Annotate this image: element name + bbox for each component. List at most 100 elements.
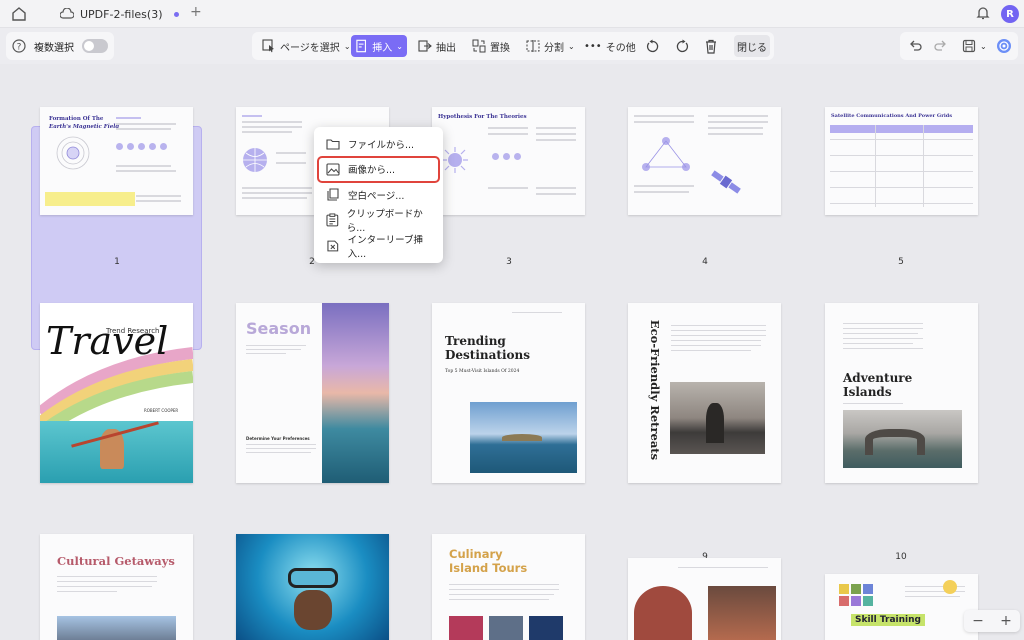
- save-button[interactable]: ⌄: [958, 35, 991, 57]
- page-13-photo-1: [449, 616, 483, 640]
- page-5-table-header: [830, 125, 973, 133]
- page-1-circles: [116, 143, 176, 150]
- help-icon[interactable]: ?: [12, 39, 26, 53]
- document-tab[interactable]: UPDF-2-files(3): [60, 3, 190, 25]
- bell-icon: [976, 7, 990, 20]
- menu-item-label: ファイルから...: [348, 139, 415, 151]
- page-thumbnail-7[interactable]: Season Determine Your Preferences: [236, 303, 389, 483]
- avatar[interactable]: R: [1001, 5, 1019, 23]
- select-page-label: ページを選択: [280, 42, 340, 54]
- split-button[interactable]: 分割 ⌄: [522, 35, 579, 57]
- cloud-icon: [60, 8, 74, 19]
- replace-button[interactable]: 置換: [468, 35, 514, 57]
- redo-icon: [934, 40, 946, 51]
- chevron-down-icon: ⌄: [396, 41, 403, 51]
- page-15-tile: [839, 596, 849, 606]
- page-5-title: Satellite Communications And Power Grids: [831, 113, 953, 119]
- page-15-sun: [943, 580, 957, 594]
- page-thumbnail-4[interactable]: [628, 107, 781, 215]
- page-15-title: Skill Training: [851, 614, 925, 626]
- zoom-out-button[interactable]: −: [972, 613, 984, 629]
- chevron-down-icon: ⌄: [568, 41, 575, 51]
- page-7-subtitle: Determine Your Preferences: [246, 436, 310, 441]
- rotate-right-icon: [676, 39, 689, 52]
- undo-button[interactable]: [904, 35, 926, 57]
- page-13-photo-3: [529, 616, 563, 640]
- interleave-icon: [327, 240, 339, 252]
- page-thumbnail-13[interactable]: Culinary Island Tours: [432, 534, 585, 640]
- page-6-author: ROBERT COOPER: [144, 408, 179, 413]
- tab-title: UPDF-2-files(3): [80, 7, 163, 21]
- rotate-right-button[interactable]: [671, 35, 694, 57]
- image-icon: [326, 163, 340, 176]
- replace-label: 置換: [490, 42, 510, 54]
- diving-mask: [288, 568, 338, 588]
- home-button[interactable]: [8, 4, 30, 24]
- page-thumbnail-10[interactable]: Adventure Islands: [825, 303, 978, 483]
- redo-button[interactable]: [930, 35, 952, 57]
- rotate-left-icon: [646, 39, 659, 52]
- save-icon: [962, 39, 976, 53]
- delete-button[interactable]: [700, 35, 722, 57]
- multi-select-toggle[interactable]: [82, 39, 108, 53]
- insert-button[interactable]: 挿入 ⌄: [351, 35, 407, 57]
- insert-dropdown-menu: ファイルから... 画像から... 空白ページ... クリップボードから... …: [314, 127, 443, 263]
- blank-page-icon: [327, 188, 339, 201]
- page-number-3: 3: [506, 257, 512, 267]
- page-14-arch-photo: [634, 586, 692, 640]
- satellite-illustration: [711, 170, 741, 194]
- page-1-title: Formation Of The: [49, 116, 104, 122]
- arch-shape: [865, 429, 925, 455]
- menu-item-interleave[interactable]: インターリーブ挿入...: [318, 233, 439, 260]
- insert-label: 挿入: [372, 42, 393, 54]
- menu-item-from-image[interactable]: 画像から...: [317, 155, 440, 183]
- close-button[interactable]: 閉じる: [734, 35, 770, 57]
- menu-item-from-clipboard[interactable]: クリップボードから...: [318, 208, 439, 234]
- extract-label: 抽出: [436, 42, 456, 54]
- globe-diagram: [243, 148, 267, 172]
- page-thumbnail-5[interactable]: Satellite Communications And Power Grids: [825, 107, 978, 215]
- rotate-left-button[interactable]: [641, 35, 664, 57]
- page-14-photo: [708, 586, 776, 640]
- ai-assistant-button[interactable]: [992, 35, 1016, 57]
- page-8-subtitle: Top 5 Must-Visit Islands Of 2024: [445, 369, 520, 374]
- extract-button[interactable]: 抽出: [414, 35, 460, 57]
- menu-item-from-file[interactable]: ファイルから...: [318, 131, 439, 157]
- toolbar: ? 複数選択 ページを選択 ⌄ 挿入 ⌄ 抽出 置換 分割 ⌄ ••• その他 …: [0, 28, 1024, 64]
- add-tab-button[interactable]: +: [190, 4, 202, 20]
- page-3-title: Hypothesis For The Theories: [438, 114, 527, 120]
- page-grid: Formation Of The Earth's Magnetic Field …: [0, 64, 1024, 640]
- page-thumbnail-15[interactable]: Skill Training: [825, 574, 978, 640]
- sea-stack: [706, 403, 724, 443]
- page-13-title-line-2: Island Tours: [449, 561, 528, 575]
- page-tools-group: ページを選択 ⌄ 挿入 ⌄ 抽出 置換 分割 ⌄ ••• その他 閉じる: [252, 32, 774, 60]
- page-thumbnail-9[interactable]: Eco-Friendly Retreats: [628, 303, 781, 483]
- page-1-subtitle: Earth's Magnetic Field: [49, 124, 120, 130]
- magnetic-field-diagram: [56, 136, 90, 170]
- page-thumbnail-12[interactable]: [236, 534, 389, 640]
- page-11-title: Cultural Getaways: [57, 554, 175, 568]
- more-icon: •••: [584, 40, 602, 52]
- page-15-tile: [863, 596, 873, 606]
- page-number-4: 4: [702, 257, 708, 267]
- replace-icon: [472, 39, 486, 53]
- page-number-10: 10: [895, 552, 907, 562]
- select-page-button[interactable]: ページを選択 ⌄: [258, 35, 355, 57]
- split-label: 分割: [544, 42, 564, 54]
- page-thumbnail-1[interactable]: Formation Of The Earth's Magnetic Field: [40, 107, 193, 215]
- page-6-title: Travel: [46, 319, 169, 363]
- page-thumbnail-11[interactable]: Cultural Getaways: [40, 534, 193, 640]
- page-thumbnail-14[interactable]: [628, 558, 781, 640]
- multi-select-group: ? 複数選択: [6, 32, 114, 60]
- zoom-in-button[interactable]: +: [1000, 613, 1012, 629]
- more-button[interactable]: ••• その他: [580, 35, 640, 57]
- page-thumbnail-3[interactable]: Hypothesis For The Theories: [432, 107, 585, 215]
- page-thumbnail-6[interactable]: Trend Research Travel ROBERT COOPER: [40, 303, 193, 483]
- menu-item-blank-page[interactable]: 空白ページ...: [318, 182, 439, 208]
- page-15-tile: [851, 596, 861, 606]
- notification-button[interactable]: [976, 5, 990, 25]
- clipboard-icon: [326, 213, 339, 227]
- page-13-title-line-1: Culinary: [449, 547, 503, 561]
- title-bar: UPDF-2-files(3) + R: [0, 0, 1024, 28]
- page-thumbnail-8[interactable]: Trending Destinations Top 5 Must-Visit I…: [432, 303, 585, 483]
